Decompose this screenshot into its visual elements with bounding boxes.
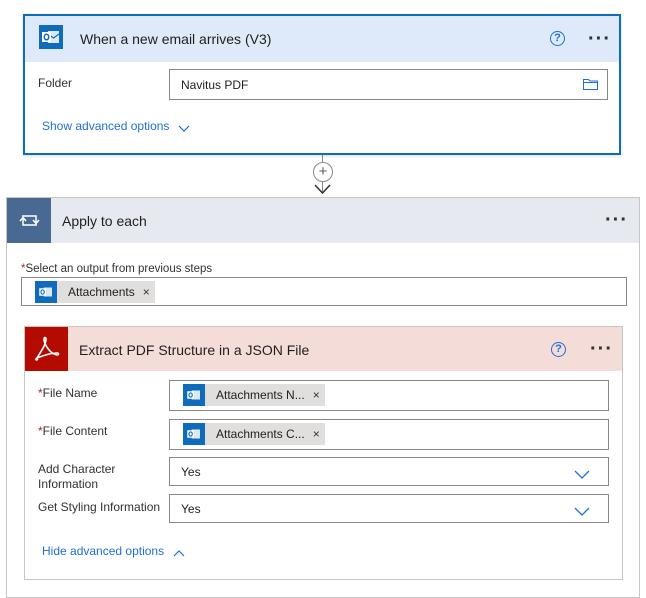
attachments-name-token[interactable]: Attachments N... × [183, 384, 325, 406]
hide-advanced-options-link[interactable]: Hide advanced options [42, 544, 164, 558]
char-info-label-line1: Add Character [38, 462, 116, 476]
file-content-text: File Content [42, 424, 108, 438]
chevron-down-icon[interactable] [574, 505, 590, 519]
select-output-label: *Select an output from previous steps [21, 262, 212, 277]
styling-label: Get Styling Information [38, 500, 161, 514]
token-label: Attachments N... [216, 388, 305, 402]
token-label: Attachments C... [216, 427, 305, 441]
folder-field[interactable]: Navitus PDF [169, 69, 608, 100]
pdf-header[interactable]: Extract PDF Structure in a JSON File ? ·… [25, 327, 622, 371]
chevron-up-icon[interactable] [173, 546, 185, 560]
styling-dropdown[interactable]: Yes [169, 494, 609, 523]
loop-icon [7, 198, 51, 243]
token-label: Attachments [68, 285, 135, 299]
chevron-down-icon[interactable] [178, 122, 190, 136]
char-info-label: Add Character Information [38, 462, 115, 492]
remove-token-button[interactable]: × [313, 388, 320, 402]
apply-header[interactable]: Apply to each ··· [7, 198, 639, 243]
more-icon[interactable]: ··· [590, 339, 613, 359]
file-name-label: *File Name [38, 386, 97, 401]
select-output-field[interactable]: Attachments × [21, 277, 627, 306]
outlook-icon [183, 384, 205, 406]
more-icon[interactable]: ··· [588, 29, 611, 49]
outlook-icon [39, 25, 63, 49]
folder-icon[interactable] [583, 78, 598, 93]
file-name-field[interactable]: Attachments N... × [169, 380, 609, 411]
trigger-header[interactable]: When a new email arrives (V3) ? ··· [25, 16, 619, 62]
more-icon[interactable]: ··· [605, 210, 628, 230]
folder-label: Folder [38, 76, 73, 90]
file-content-field[interactable]: Attachments C... × [169, 419, 609, 450]
char-info-value: Yes [181, 465, 201, 479]
acrobat-icon [25, 327, 68, 371]
chevron-down-icon[interactable] [574, 468, 590, 482]
remove-token-button[interactable]: × [313, 427, 320, 441]
trigger-title: When a new email arrives (V3) [80, 31, 272, 47]
pdf-title: Extract PDF Structure in a JSON File [79, 342, 310, 358]
help-icon[interactable]: ? [551, 342, 566, 357]
connector-line-top [322, 155, 323, 162]
file-content-label: *File Content [38, 424, 107, 439]
show-advanced-options-link[interactable]: Show advanced options [42, 119, 169, 133]
file-name-text: File Name [42, 386, 98, 400]
add-step-button[interactable]: + [313, 162, 333, 182]
arrow-down-icon [314, 184, 331, 195]
apply-to-each-card[interactable]: Apply to each ··· *Select an output from… [6, 197, 640, 598]
attachments-token[interactable]: Attachments × [35, 281, 155, 303]
remove-token-button[interactable]: × [143, 285, 150, 299]
trigger-card[interactable]: When a new email arrives (V3) ? ··· Fold… [23, 14, 621, 155]
apply-title: Apply to each [62, 213, 147, 229]
select-output-text: Select an output from previous steps [25, 263, 213, 275]
char-info-dropdown[interactable]: Yes [169, 457, 609, 486]
char-info-label-line2: Information [38, 477, 99, 491]
extract-pdf-card[interactable]: Extract PDF Structure in a JSON File ? ·… [24, 326, 623, 580]
outlook-icon [183, 423, 205, 445]
styling-value: Yes [181, 502, 201, 516]
attachments-content-token[interactable]: Attachments C... × [183, 423, 325, 445]
folder-value: Navitus PDF [181, 78, 249, 92]
outlook-icon [35, 281, 57, 303]
help-icon[interactable]: ? [550, 31, 565, 46]
